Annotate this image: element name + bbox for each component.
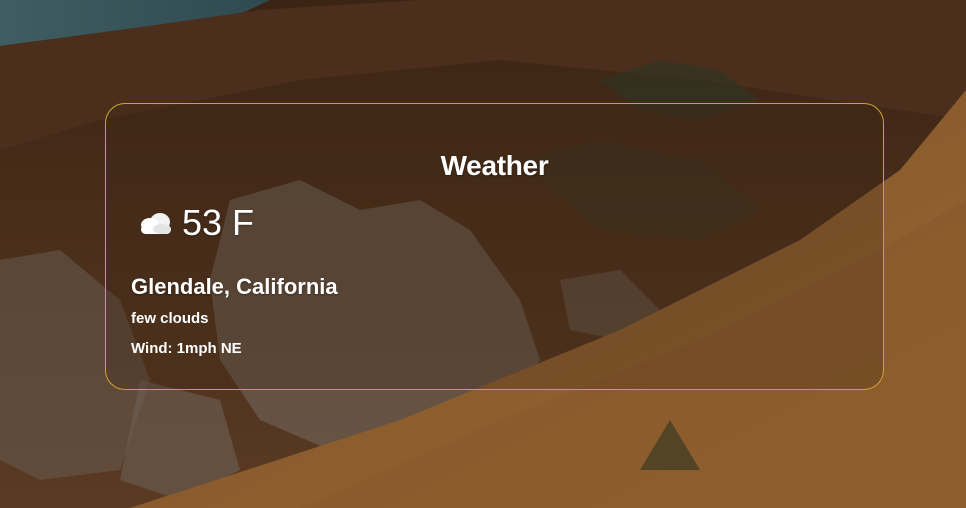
location-name: Glendale, California <box>131 274 338 299</box>
wind-info: Wind: 1mph NE <box>131 340 242 357</box>
weather-title: Weather <box>440 150 549 181</box>
cloud-icon <box>136 210 174 236</box>
weather-card: Weather 53 F Glendale, California few cl… <box>105 103 884 390</box>
temperature-value: 53 F <box>182 202 255 243</box>
weather-description: few clouds <box>131 310 209 327</box>
temperature-row: 53 F <box>136 202 255 243</box>
